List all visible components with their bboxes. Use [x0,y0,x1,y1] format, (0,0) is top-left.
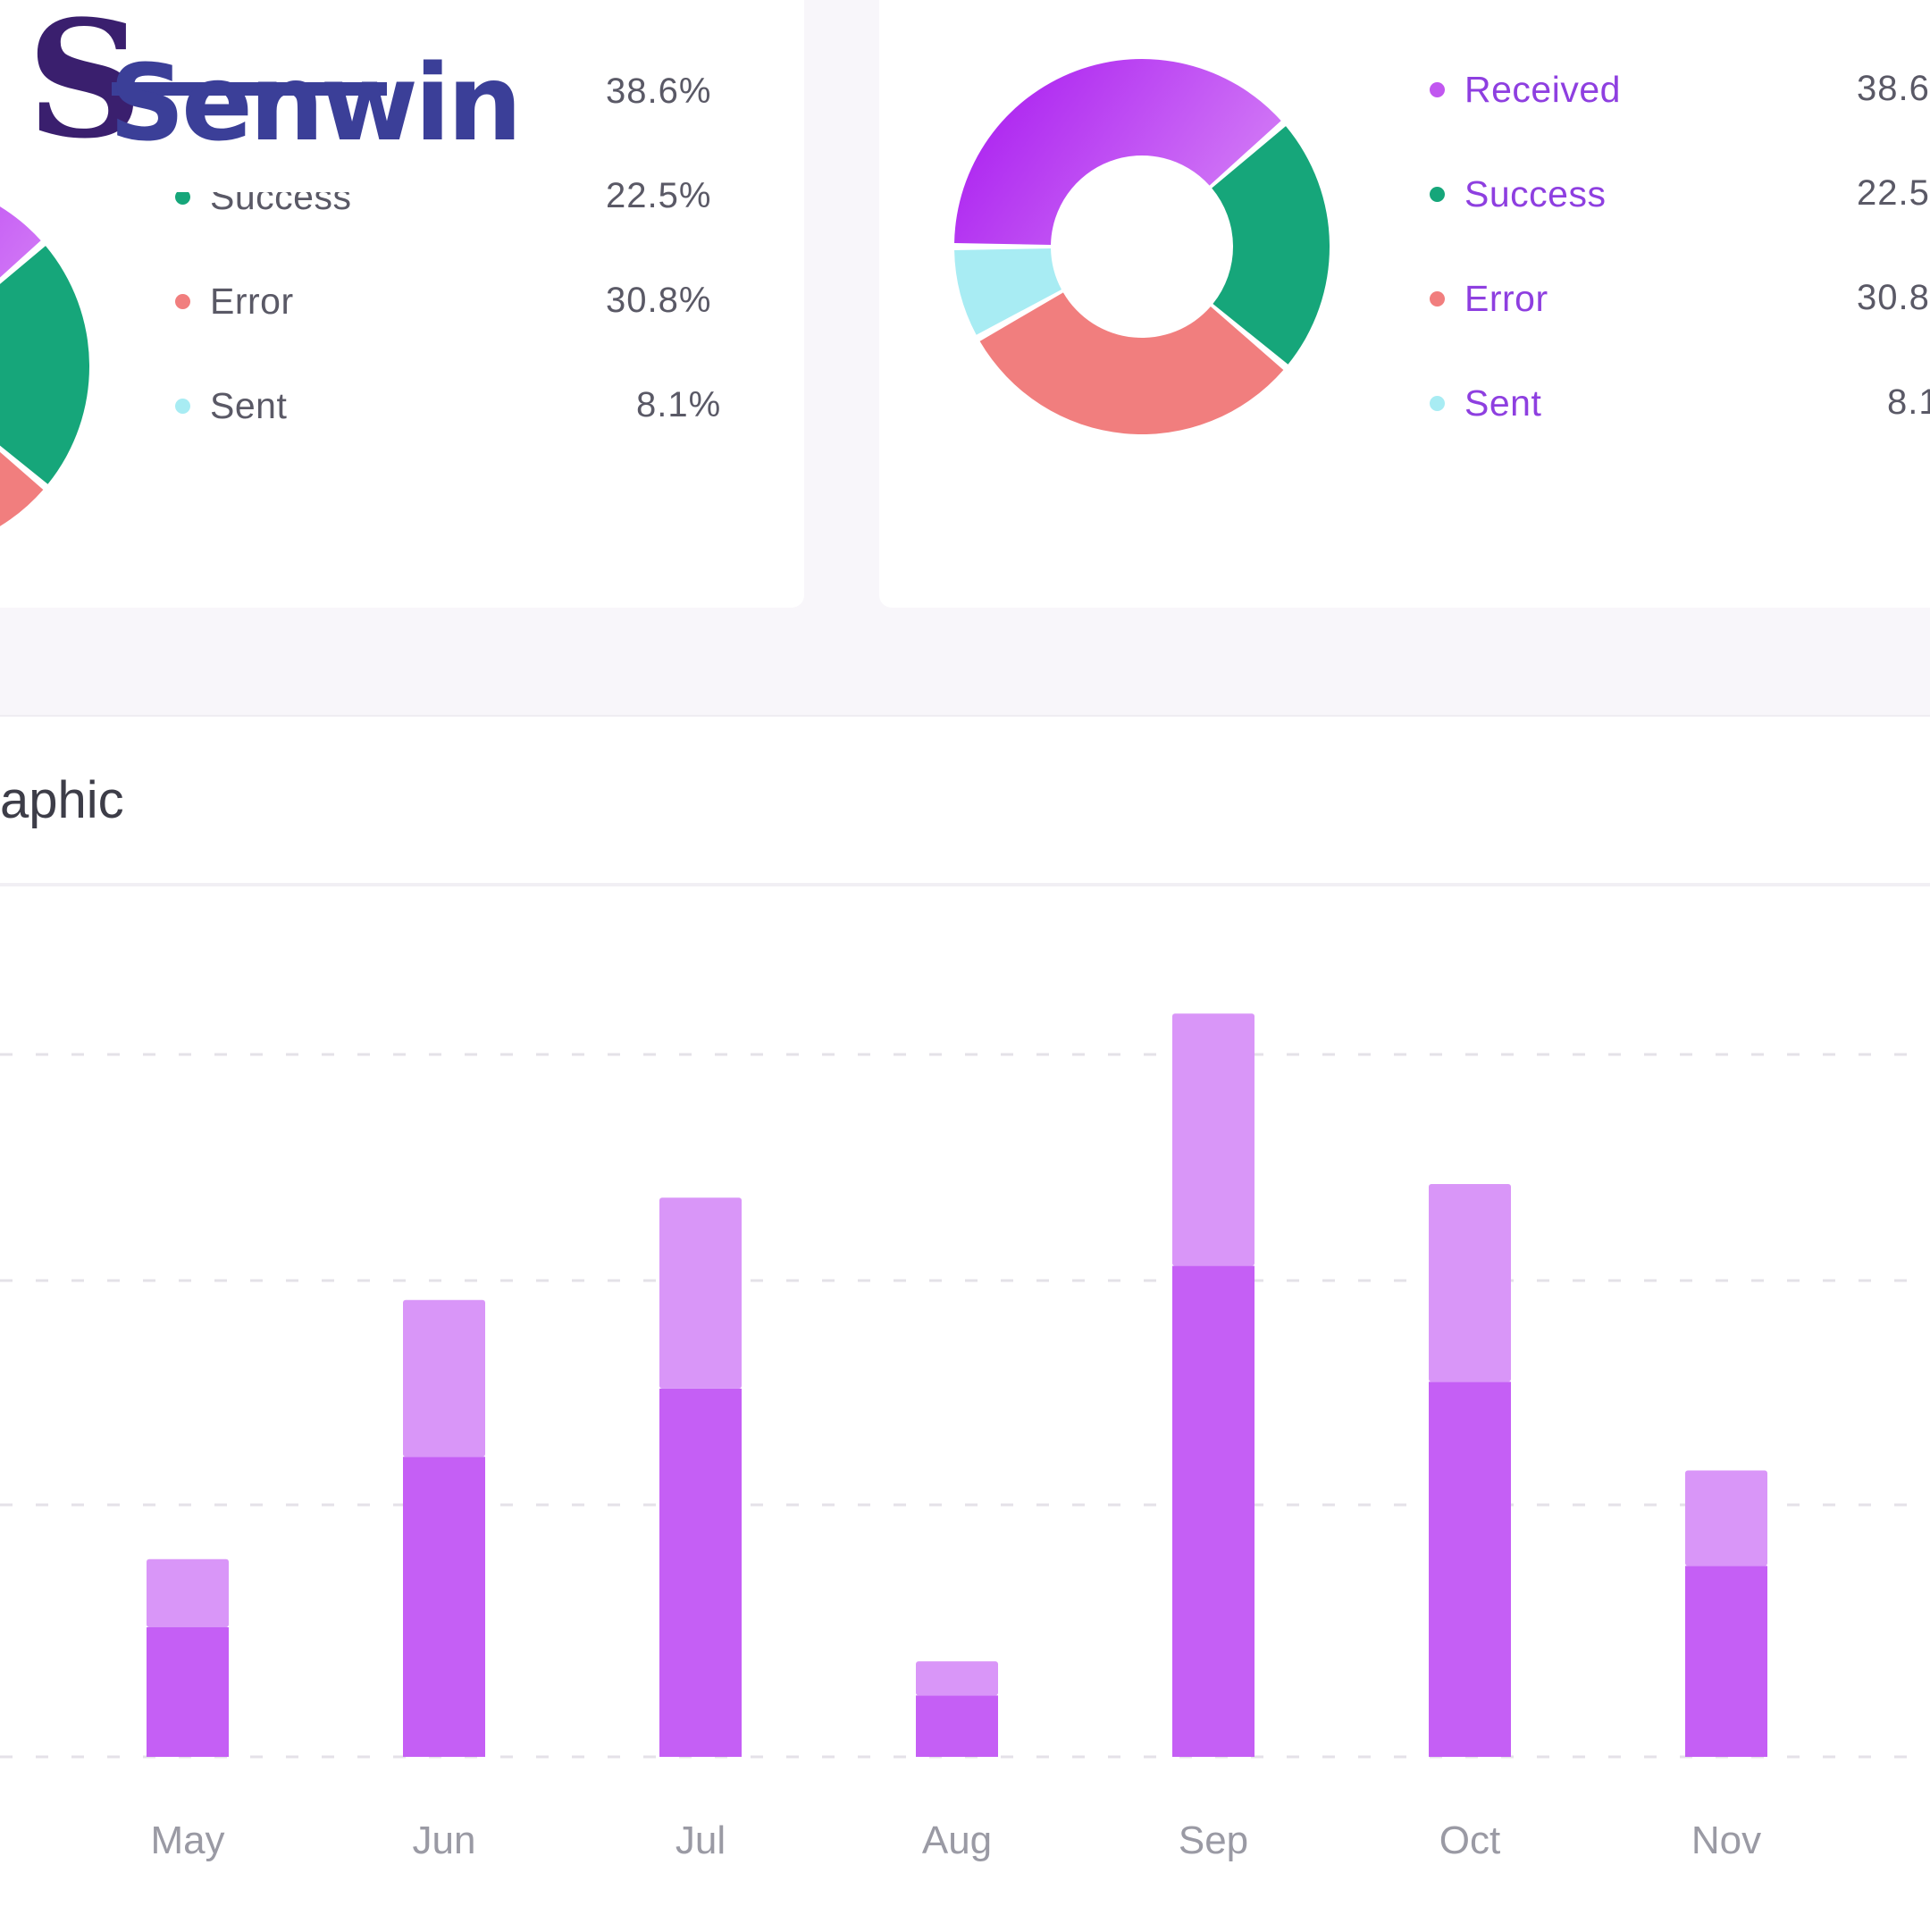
donut-chart-left [0,206,89,526]
bar-segment-upper-jul [659,1197,742,1389]
success-dot-icon [1430,186,1445,202]
x-tick-label: Nov [1691,1819,1761,1862]
x-tick-label: Oct [1439,1819,1500,1862]
error-dot-icon [175,293,190,309]
monthly-graphic-card: aphic May Jun Jul Aug Sep Oct Nov [0,715,1930,1932]
x-tick-label: Aug [922,1819,992,1862]
bar-segment-upper-nov [1685,1470,1767,1567]
bar-segment-lower-sep [1172,1265,1254,1757]
legend-item-error: Error [1430,272,1548,325]
bar-segment-lower-jun [403,1457,485,1757]
legend-value-error: 30.8% [606,281,712,320]
donut-slice-success [0,246,89,484]
x-tick-label: Jul [676,1819,726,1862]
sent-dot-icon [1430,395,1445,411]
legend-value-success: 22.5 [1857,173,1930,213]
bar-segment-lower-aug [916,1695,998,1757]
sent-dot-icon [175,398,190,414]
section-title: aphic [0,771,124,829]
legend-item-sent: Sent [1430,376,1541,430]
bar-segment-upper-oct [1429,1183,1511,1382]
title-divider [0,883,1930,886]
legend-label: Error [1464,277,1548,319]
legend-value-sent: 8.1% [636,385,722,424]
error-dot-icon [1430,290,1445,307]
stacked-bar-chart: May Jun Jul Aug Sep Oct Nov [0,1013,1930,1862]
status-summary-card-right: Received 38.6 Success 22.5 Error 30.8 Se… [879,0,1930,608]
legend-label: Error [210,280,294,322]
senwin-logo: S Senwin [0,0,522,192]
legend-value-success: 22.5% [606,176,712,215]
legend-item-error: Error [175,274,294,328]
legend-label: Received [1464,68,1621,110]
donut-chart-right [954,58,1330,434]
bar-segment-upper-sep [1172,1013,1254,1266]
logo-text: Senwin [109,41,522,164]
bar-segment-upper-aug [916,1661,998,1696]
bar-segment-upper-may [147,1558,229,1628]
legend-label: Success [1464,172,1607,214]
legend-value-received: 38.6 [1857,69,1930,108]
legend-label: Sent [210,384,288,426]
legend-item-sent: Sent [175,379,287,433]
legend-item-received: Received [1430,63,1621,116]
x-tick-label: Jun [413,1819,476,1862]
bar-segment-lower-jul [659,1388,742,1757]
x-tick-label: May [150,1819,224,1862]
bar-segment-lower-nov [1685,1566,1767,1757]
legend-value-sent: 8.1 [1887,382,1930,422]
received-dot-icon [1430,81,1445,97]
legend-item-success: Success [1430,167,1606,221]
bar-segment-upper-jun [403,1299,485,1457]
legend-value-received: 38.6% [606,71,712,111]
x-tick-label: Sep [1179,1819,1248,1862]
legend-label: Sent [1464,382,1542,424]
bar-segment-lower-oct [1429,1382,1511,1757]
legend-value-error: 30.8 [1857,278,1930,317]
bar-segment-lower-may [147,1627,229,1757]
